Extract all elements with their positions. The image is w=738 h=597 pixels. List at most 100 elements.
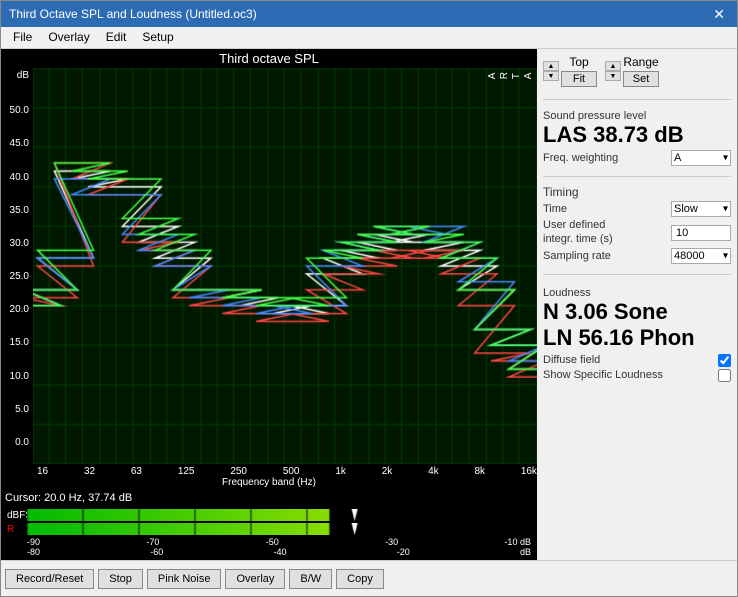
meter-tick-labels-bottom: -80 -60 -40 -20 dB [27, 547, 531, 557]
range-label-group: Range Set [623, 55, 659, 87]
tick--40: -40 [273, 547, 286, 557]
divider-3 [543, 274, 731, 275]
spl-section: Sound pressure level LAS 38.73 dB Freq. … [543, 110, 731, 168]
sampling-rate-wrapper[interactable]: 44100 48000 96000 [671, 248, 731, 264]
divider-2 [543, 176, 731, 177]
tick--30: -30 [385, 537, 398, 547]
sampling-rate-row: Sampling rate 44100 48000 96000 [543, 248, 731, 264]
cursor-info: Cursor: 20.0 Hz, 37.74 dB [1, 490, 537, 506]
diffuse-field-row: Diffuse field [543, 354, 731, 367]
y-tick-5: 5.0 [1, 404, 29, 415]
loudness-section: Loudness N 3.06 Sone LN 56.16 Phon Diffu… [543, 287, 731, 384]
x-1k: 1k [335, 466, 346, 477]
top-spin-down[interactable]: ▼ [543, 71, 559, 81]
spl-label: Sound pressure level [543, 110, 731, 122]
spl-value: LAS 38.73 dB [543, 122, 731, 148]
range-spin-up[interactable]: ▲ [605, 61, 621, 71]
tick--90: -90 [27, 537, 40, 547]
bw-button[interactable]: B/W [289, 569, 332, 589]
overlay-button[interactable]: Overlay [225, 569, 285, 589]
y-tick-35: 35.0 [1, 205, 29, 216]
tick--70: -70 [146, 537, 159, 547]
y-tick-30: 30.0 [1, 238, 29, 249]
freq-weighting-label: Freq. weighting [543, 152, 618, 164]
bottom-bar: Record/Reset Stop Pink Noise Overlay B/W… [1, 560, 737, 596]
menu-edit[interactable]: Edit [98, 29, 135, 46]
diffuse-field-checkbox[interactable] [718, 354, 731, 367]
freq-weighting-select[interactable]: A C Z Lin [671, 150, 731, 166]
meter-tick-labels-top: -90 -70 -50 -30 -10 dB [27, 537, 531, 547]
fit-button[interactable]: Fit [561, 71, 597, 87]
y-tick-10: 10.0 [1, 371, 29, 382]
title-bar: Third Octave SPL and Loudness (Untitled.… [1, 1, 737, 27]
dbfs-top-row: dBFS [7, 509, 531, 521]
tick-db: dB [520, 547, 531, 557]
show-specific-checkbox[interactable] [718, 369, 731, 382]
chart-canvas-area: ARTA [33, 68, 537, 464]
top-label-group: Top Fit [561, 55, 597, 87]
meter-L-canvas [27, 509, 531, 521]
menu-bar: File Overlay Edit Setup [1, 27, 737, 49]
menu-file[interactable]: File [5, 29, 40, 46]
user-defined-label: User definedintegr. time (s) [543, 219, 613, 245]
range-label: Range [623, 55, 658, 69]
copy-button[interactable]: Copy [336, 569, 384, 589]
y-tick-40: 40.0 [1, 172, 29, 183]
y-tick-0: 0.0 [1, 437, 29, 448]
freq-weighting-wrapper[interactable]: A C Z Lin [671, 150, 731, 166]
user-defined-input[interactable] [671, 225, 731, 241]
y-tick-15: 15.0 [1, 337, 29, 348]
x-32: 32 [84, 466, 95, 477]
y-axis-label: dB [1, 70, 29, 81]
show-specific-row: Show Specific Loudness [543, 369, 731, 382]
time-select-wrapper[interactable]: Slow Fast Impulse [671, 201, 731, 217]
y-tick-20: 20.0 [1, 304, 29, 315]
x-16k: 16k [521, 466, 537, 477]
y-tick-50: 50.0 [1, 105, 29, 116]
dbfs-bottom-row: R [7, 523, 531, 535]
x-axis-labels: 16 32 63 125 250 500 1k 2k 4k 8k 16k [1, 464, 537, 477]
pink-noise-button[interactable]: Pink Noise [147, 569, 222, 589]
record-reset-button[interactable]: Record/Reset [5, 569, 94, 589]
dbfs-r-label: R [7, 524, 27, 535]
diffuse-field-label: Diffuse field [543, 354, 600, 366]
meter-R-canvas [27, 523, 531, 535]
window-title: Third Octave SPL and Loudness (Untitled.… [9, 7, 257, 21]
stop-button[interactable]: Stop [98, 569, 143, 589]
freq-weighting-row: Freq. weighting A C Z Lin [543, 150, 731, 166]
close-button[interactable]: ✕ [709, 6, 729, 23]
arta-watermark: ARTA [487, 72, 535, 79]
time-select[interactable]: Slow Fast Impulse [671, 201, 731, 217]
time-label: Time [543, 203, 567, 215]
x-16: 16 [37, 466, 48, 477]
top-spin-up[interactable]: ▲ [543, 61, 559, 71]
menu-setup[interactable]: Setup [134, 29, 181, 46]
chart-wrapper: dB 50.0 45.0 40.0 35.0 30.0 25.0 20.0 15… [1, 68, 537, 464]
tick--50: -50 [266, 537, 279, 547]
x-125: 125 [178, 466, 195, 477]
menu-overlay[interactable]: Overlay [40, 29, 97, 46]
x-4k: 4k [428, 466, 439, 477]
user-defined-row: User definedintegr. time (s) [543, 219, 731, 245]
top-range-controls: ▲ ▼ Top Fit ▲ ▼ Range S [543, 55, 731, 87]
sampling-rate-select[interactable]: 44100 48000 96000 [671, 248, 731, 264]
right-panel: ▲ ▼ Top Fit ▲ ▼ Range S [537, 49, 737, 560]
y-tick-25: 25.0 [1, 271, 29, 282]
y-tick-45: 45.0 [1, 138, 29, 149]
range-spinner[interactable]: ▲ ▼ [605, 61, 621, 81]
range-spin-down[interactable]: ▼ [605, 71, 621, 81]
tick--80: -80 [27, 547, 40, 557]
x-63: 63 [131, 466, 142, 477]
dbfs-section: dBFS R -90 -70 -50 -30 -10 dB -80 -60 [1, 506, 537, 560]
set-button[interactable]: Set [623, 71, 659, 87]
loudness-label: Loudness [543, 287, 731, 299]
x-8k: 8k [474, 466, 485, 477]
main-window: Third Octave SPL and Loudness (Untitled.… [0, 0, 738, 597]
timing-section: Timing Time Slow Fast Impulse User defin… [543, 185, 731, 265]
top-spinner[interactable]: ▲ ▼ [543, 61, 559, 81]
chart-title: Third octave SPL [1, 49, 537, 68]
x-freq-label: Frequency band (Hz) [1, 477, 537, 490]
x-250: 250 [230, 466, 247, 477]
timing-label: Timing [543, 185, 731, 199]
chart-canvas[interactable] [33, 68, 537, 464]
